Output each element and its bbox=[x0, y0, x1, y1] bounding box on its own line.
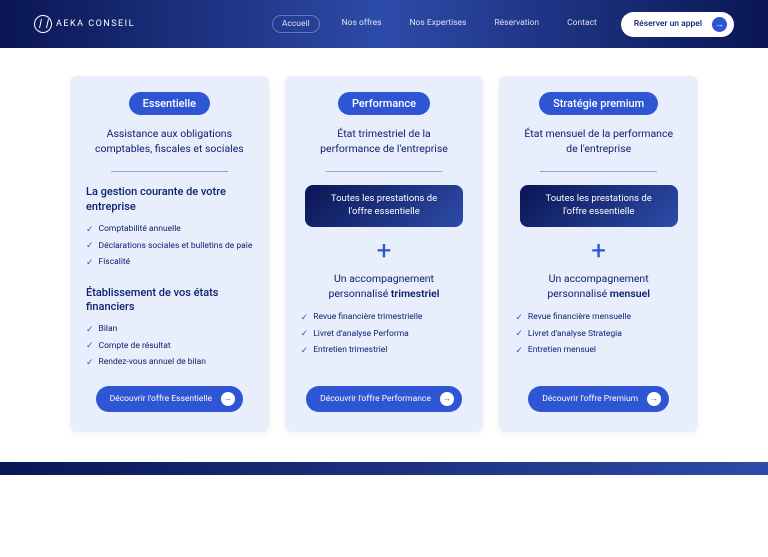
discover-premium-button[interactable]: Découvrir l'offre Premium → bbox=[528, 386, 669, 412]
plus-icon: + bbox=[591, 236, 606, 266]
nav-reservation[interactable]: Réservation bbox=[488, 15, 545, 33]
plus-icon: + bbox=[377, 236, 392, 266]
check-icon: ✓ bbox=[86, 325, 94, 335]
checklist: ✓Comptabilité annuelle ✓Déclarations soc… bbox=[86, 224, 253, 273]
discover-label: Découvrir l'offre Essentielle bbox=[110, 394, 212, 404]
arrow-right-icon: → bbox=[221, 392, 235, 406]
checklist: ✓Revue financière trimestrielle ✓Livret … bbox=[301, 312, 468, 361]
plan-badge: Stratégie premium bbox=[539, 92, 658, 115]
discover-label: Découvrir l'offre Performance bbox=[320, 394, 431, 404]
divider bbox=[540, 171, 657, 172]
check-icon: ✓ bbox=[515, 329, 523, 339]
list-item: ✓Revue financière trimestrielle bbox=[301, 312, 468, 323]
includes-pill: Toutes les prestations de l'offre essent… bbox=[305, 185, 463, 227]
check-icon: ✓ bbox=[86, 225, 94, 235]
arrow-right-icon: → bbox=[712, 17, 727, 32]
accompaniment-text: Un accompagnement personnalisé trimestri… bbox=[301, 272, 468, 301]
list-item: ✓Fiscalité bbox=[86, 257, 253, 268]
check-icon: ✓ bbox=[301, 313, 309, 323]
check-icon: ✓ bbox=[86, 341, 94, 351]
check-icon: ✓ bbox=[301, 329, 309, 339]
section-heading: Établissement de vos états financiers bbox=[86, 286, 253, 316]
card-essentielle: Essentielle Assistance aux obligations c… bbox=[70, 76, 269, 432]
logo[interactable]: AEKA CONSEIL bbox=[34, 15, 135, 33]
plan-subtitle: Assistance aux obligations comptables, f… bbox=[86, 126, 253, 156]
card-premium: Stratégie premium État mensuel de la per… bbox=[499, 76, 698, 432]
plan-subtitle: État trimestriel de la performance de l'… bbox=[301, 126, 468, 156]
check-icon: ✓ bbox=[515, 346, 523, 356]
plan-badge: Essentielle bbox=[129, 92, 210, 115]
footer-bar bbox=[0, 462, 768, 475]
list-item: ✓Compte de résultat bbox=[86, 341, 253, 352]
nav-accueil[interactable]: Accueil bbox=[272, 15, 320, 33]
discover-performance-button[interactable]: Découvrir l'offre Performance → bbox=[306, 386, 462, 412]
cta-label: Réserver un appel bbox=[634, 19, 702, 29]
discover-label: Découvrir l'offre Premium bbox=[542, 394, 638, 404]
accompaniment-text: Un accompagnement personnalisé mensuel bbox=[515, 272, 682, 301]
checklist: ✓Bilan ✓Compte de résultat ✓Rendez-vous … bbox=[86, 324, 253, 373]
discover-essentielle-button[interactable]: Découvrir l'offre Essentielle → bbox=[96, 386, 243, 412]
checklist: ✓Revue financière mensuelle ✓Livret d'an… bbox=[515, 312, 682, 361]
check-icon: ✓ bbox=[86, 241, 94, 251]
plan-badge: Performance bbox=[338, 92, 430, 115]
card-performance: Performance État trimestriel de la perfo… bbox=[285, 76, 484, 432]
header: AEKA CONSEIL Accueil Nos offres Nos Expe… bbox=[0, 0, 768, 48]
divider bbox=[111, 171, 228, 172]
divider bbox=[326, 171, 443, 172]
list-item: ✓Rendez-vous annuel de bilan bbox=[86, 357, 253, 368]
list-item: ✓Livret d'analyse Performa bbox=[301, 329, 468, 340]
list-item: ✓Entretien mensuel bbox=[515, 345, 682, 356]
section-heading: La gestion courante de votre entreprise bbox=[86, 185, 253, 215]
plan-subtitle: État mensuel de la performance de l'entr… bbox=[515, 126, 682, 156]
list-item: ✓Revue financière mensuelle bbox=[515, 312, 682, 323]
includes-pill: Toutes les prestations de l'offre essent… bbox=[520, 185, 678, 227]
list-item: ✓Livret d'analyse Strategia bbox=[515, 329, 682, 340]
list-item: ✓Bilan bbox=[86, 324, 253, 335]
nav-contact[interactable]: Contact bbox=[561, 15, 603, 33]
brand-name: AEKA CONSEIL bbox=[56, 19, 135, 29]
main-nav: Accueil Nos offres Nos Expertises Réserv… bbox=[272, 15, 603, 33]
nav-expertises[interactable]: Nos Expertises bbox=[403, 15, 472, 33]
list-item: ✓Entretien trimestriel bbox=[301, 345, 468, 356]
check-icon: ✓ bbox=[301, 346, 309, 356]
check-icon: ✓ bbox=[86, 358, 94, 368]
arrow-right-icon: → bbox=[440, 392, 454, 406]
check-icon: ✓ bbox=[86, 258, 94, 268]
arrow-right-icon: → bbox=[647, 392, 661, 406]
nav-offres[interactable]: Nos offres bbox=[336, 15, 388, 33]
list-item: ✓Déclarations sociales et bulletins de p… bbox=[86, 241, 253, 252]
pricing-container: Essentielle Assistance aux obligations c… bbox=[0, 48, 768, 460]
logo-icon bbox=[34, 15, 52, 33]
check-icon: ✓ bbox=[515, 313, 523, 323]
reserve-call-button[interactable]: Réserver un appel → bbox=[621, 12, 734, 37]
list-item: ✓Comptabilité annuelle bbox=[86, 224, 253, 235]
